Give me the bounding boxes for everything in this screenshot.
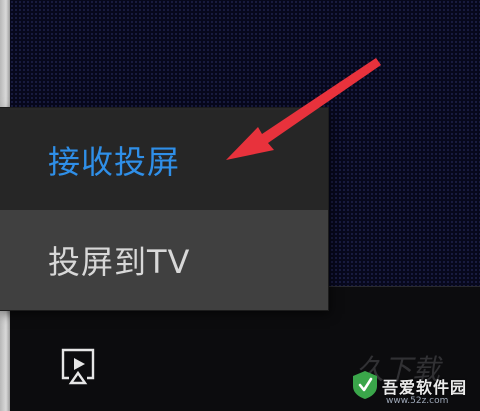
watermark-url: www.52z.com: [386, 396, 449, 406]
watermark: 久下载 吾爱软件园 www.52z.com: [352, 353, 476, 408]
screen-cast-icon: [61, 348, 95, 385]
cast-menu: 接收投屏 投屏到TV: [0, 108, 328, 310]
menu-item-label: 接收投屏: [48, 143, 181, 181]
menu-item-receive-cast[interactable]: 接收投屏: [0, 110, 328, 210]
watermark-logo-icon: [353, 371, 377, 399]
menu-item-label: 投屏到TV: [48, 243, 191, 281]
player-window: 接收投屏 投屏到TV 久下载 吾爱软件园 www.52z.com: [0, 0, 480, 411]
screen-cast-button[interactable]: [56, 345, 100, 389]
menu-item-cast-to-tv[interactable]: 投屏到TV: [0, 210, 328, 310]
watermark-title: 吾爱软件园: [382, 378, 468, 397]
